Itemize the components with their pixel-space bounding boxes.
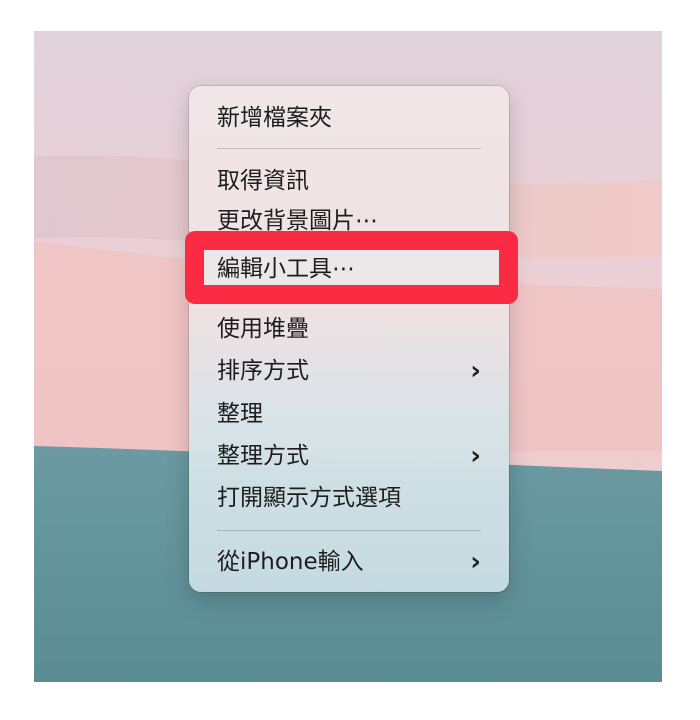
menu-item-label: 從iPhone輸入 xyxy=(217,549,364,575)
menu-item-sort-by[interactable]: 排序方式 › xyxy=(217,354,485,388)
menu-item-label: 整理方式 xyxy=(217,443,309,469)
menu-item-clean-up[interactable]: 整理 xyxy=(217,397,485,431)
menu-item-label: 排序方式 xyxy=(217,358,309,384)
annotation-highlight-box xyxy=(185,231,518,304)
menu-item-label: 新增檔案夾 xyxy=(217,105,332,131)
menu-item-label: 取得資訊 xyxy=(217,168,309,194)
menu-item-import-from-iphone[interactable]: 從iPhone輸入 › xyxy=(217,545,485,579)
menu-item-label: 使用堆疊 xyxy=(217,316,309,342)
menu-separator xyxy=(217,148,481,149)
menu-item-label: 整理 xyxy=(217,401,263,427)
menu-item-label: 打開顯示方式選項 xyxy=(217,485,401,511)
chevron-right-icon: › xyxy=(470,441,481,471)
menu-item-show-view-options[interactable]: 打開顯示方式選項 xyxy=(217,481,485,515)
menu-item-get-info[interactable]: 取得資訊 xyxy=(217,164,485,198)
menu-separator xyxy=(217,530,481,531)
chevron-right-icon: › xyxy=(470,356,481,386)
desktop-context-menu: 新增檔案夾 取得資訊 更改背景圖片⋯ 使用堆疊 排序方式 › 整理 整理方式 ›… xyxy=(189,86,509,592)
menu-item-use-stacks[interactable]: 使用堆疊 xyxy=(217,312,485,346)
menu-item-new-folder[interactable]: 新增檔案夾 xyxy=(217,101,485,135)
menu-item-clean-up-by[interactable]: 整理方式 › xyxy=(217,439,485,473)
chevron-right-icon: › xyxy=(470,547,481,577)
